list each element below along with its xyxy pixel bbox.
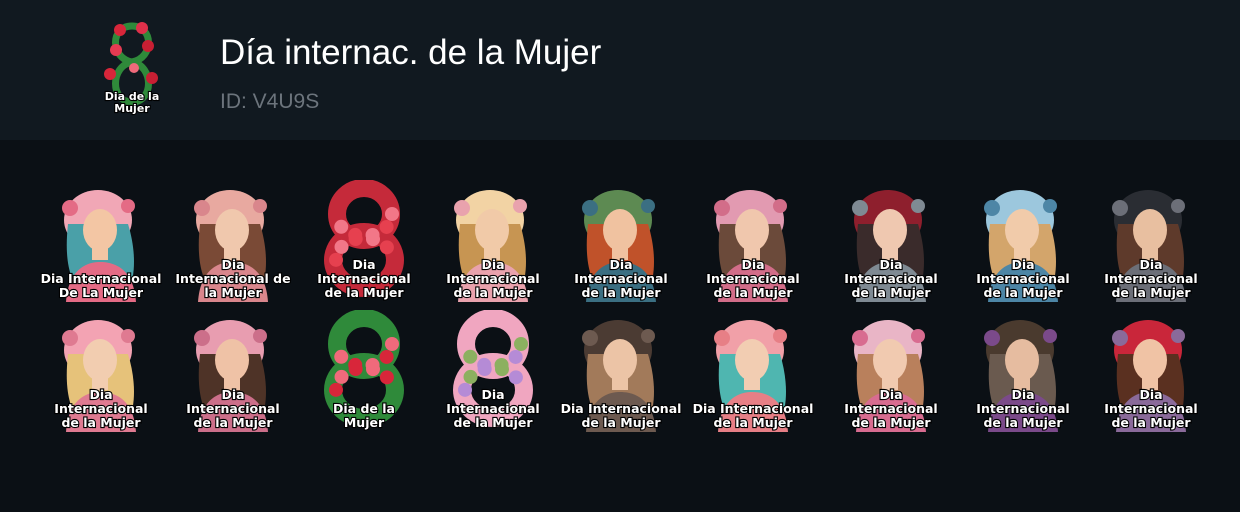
sticker-caption-line: Dia (741, 257, 764, 272)
woman-in-black-hat-icon: DiaInternacionalde la Mujer (1103, 190, 1199, 302)
pack-header: Dia de la Mujer Día internac. de la Muje… (0, 0, 1240, 140)
woman-with-red-rose-icon: DiaInternacionalde la Mujer (1103, 320, 1199, 432)
sticker-caption-line: Dia (221, 387, 244, 402)
sticker-caption-line: De La Mujer (59, 285, 144, 300)
sticker-caption-line: Dia (1011, 387, 1034, 402)
sticker-item[interactable]: Dia Internacional de la Mujer (40, 310, 162, 432)
sticker-caption-line: de la Mujer (1111, 285, 1191, 300)
sticker-caption-line: de la Mujer (453, 285, 533, 300)
sticker-caption-line: Dia Internacional (693, 401, 814, 416)
sticker-item[interactable]: Dia Internacional de la Mujer (962, 310, 1084, 432)
sticker-caption-line: Dia Internacional (561, 401, 682, 416)
sticker-caption-line: Dia Internacional (41, 271, 162, 286)
woman-with-flowers-icon: Dia InternacionalDe La Mujer (40, 190, 162, 302)
sticker-caption-line: Dia (221, 257, 244, 272)
sticker-item[interactable]: Dia Internacional de la Mujer (560, 310, 682, 432)
sticker-caption-line: de la Mujer (713, 285, 793, 300)
sticker-caption-line: de la Mujer (581, 415, 661, 430)
blonde-woman-profile-icon: DiaInternacionalde la Mujer (445, 190, 541, 302)
sticker-caption-line: Dia de la (333, 401, 395, 416)
tulip-eight-icon: Dia de la Mujer (104, 22, 160, 116)
sticker-item[interactable]: Dia Internacional de la Mujer (172, 180, 294, 302)
sticker-caption-line: de la Mujer (61, 415, 141, 430)
sticker-caption-line: Internacional (976, 271, 1069, 286)
sticker-caption-line: de la Mujer (851, 415, 931, 430)
sticker-caption-line: de la Mujer (193, 415, 273, 430)
sticker-item[interactable]: Dia Internacional de la Mujer (432, 180, 554, 302)
sticker-caption-line: Internacional (446, 401, 539, 416)
tulip-eight-icon: Dia de laMujer (324, 310, 404, 431)
sticker-caption-line: Dia (89, 387, 112, 402)
sticker-caption-line: de la Mujer (983, 285, 1063, 300)
woman-with-flower-hair-icon: DiaInternacionalde la Mujer (53, 320, 149, 432)
woman-with-roses-icon: DiaInternacionalde la Mujer (843, 320, 939, 432)
sticker-caption-line: de la Mujer (581, 285, 661, 300)
sticker-caption-line: Dia (352, 257, 375, 272)
sticker-caption-line: Internacional (54, 401, 147, 416)
sticker-grid: Dia Internacional De La Mujer Dia Internaci… (0, 140, 1240, 512)
sticker-item[interactable]: Dia Internacional de la Mujer (962, 180, 1084, 302)
woman-resting-chin-icon: DiaInternacionalde la Mujer (705, 190, 801, 302)
sticker-item[interactable]: Dia Internacional De La Mujer (40, 180, 162, 302)
sticker-item[interactable]: Dia Internacional de la Mujer (560, 180, 682, 302)
sticker-caption-line: de la Mujer (851, 285, 931, 300)
sticker-caption-line: Mujer (344, 415, 385, 430)
sticker-item[interactable]: Dia Internacional de la Mujer (692, 180, 814, 302)
sticker-caption-line: de la Mujer (324, 285, 404, 300)
sticker-item[interactable]: Dia de la Mujer (303, 310, 425, 432)
sticker-item[interactable]: Dia Internacional de la Mujer (692, 310, 814, 432)
sticker-caption-line: Internacional (574, 271, 667, 286)
woman-with-tulip-eight-icon: Dia Internacionalde la Mujer (692, 320, 814, 432)
sticker-caption-line: Internacional (706, 271, 799, 286)
sticker-item[interactable]: Dia Internacional de la Mujer (830, 180, 952, 302)
sticker-caption-line: Dia (879, 257, 902, 272)
sticker-item[interactable]: Dia Internacional de la Mujer (303, 180, 425, 302)
sticker-caption-line: Internacional (976, 401, 1069, 416)
woman-in-pink-dress-icon: DiaInternacionalde la Mujer (185, 320, 281, 432)
sticker-caption-line: de la Mujer (453, 415, 533, 430)
pack-icon-caption-line: Mujer (114, 102, 150, 115)
woman-in-blue-hat-icon: DiaInternacionalde la Mujer (975, 190, 1071, 302)
sticker-caption-line: Internacional (186, 401, 279, 416)
pack-icon: Dia de la Mujer (90, 18, 174, 118)
sticker-caption-line: Internacional (317, 271, 410, 286)
woman-in-red-beret-icon: DiaInternacionalde la Mujer (843, 190, 939, 302)
sticker-caption-line: Internacional (844, 401, 937, 416)
sticker-caption-line: Dia (481, 257, 504, 272)
sticker-caption-line: de la Mujer (1111, 415, 1191, 430)
sticker-caption-line: Dia (609, 257, 632, 272)
sticker-caption-line: Dia (481, 387, 504, 402)
sticker-caption-line: Internacional (446, 271, 539, 286)
floral-number-eight-icon: DiaInternacionalde la Mujer (445, 310, 541, 431)
woman-in-wide-hat-icon: DiaInternacionalde la Mujer (975, 320, 1071, 432)
tulip-number-eight-icon: DiaInternacionalde la Mujer (316, 180, 412, 301)
sticker-caption-line: de la Mujer (713, 415, 793, 430)
woman-in-pink-hat-icon: DiaInternacional dela Mujer (174, 190, 292, 302)
sticker-item[interactable]: Dia Internacional de la Mujer (432, 310, 554, 432)
sticker-caption-line: Internacional (1104, 401, 1197, 416)
sticker-caption-line: Dia (879, 387, 902, 402)
pack-title: Día internac. de la Mujer (220, 33, 602, 72)
sticker-item[interactable]: Dia Internacional de la Mujer (1090, 180, 1212, 302)
woman-with-flower-crown-icon: DiaInternacionalde la Mujer (573, 190, 669, 302)
sticker-item[interactable]: Dia Internacional de la Mujer (172, 310, 294, 432)
sticker-caption-line: Dia (1139, 387, 1162, 402)
sticker-caption-line: Dia (1139, 257, 1162, 272)
woman-with-braid-icon: Dia Internacionalde la Mujer (560, 320, 682, 432)
pack-id: ID: V4U9S (220, 90, 320, 113)
sticker-caption-line: Dia (1011, 257, 1034, 272)
sticker-caption-line: de la Mujer (983, 415, 1063, 430)
sticker-caption-line: Internacional (1104, 271, 1197, 286)
sticker-item[interactable]: Dia Internacional de la Mujer (1090, 310, 1212, 432)
sticker-caption-line: Internacional (844, 271, 937, 286)
sticker-item[interactable]: Dia Internacional de la Mujer (830, 310, 952, 432)
sticker-caption-line: Internacional de (175, 271, 290, 286)
sticker-caption-line: la Mujer (204, 285, 262, 300)
